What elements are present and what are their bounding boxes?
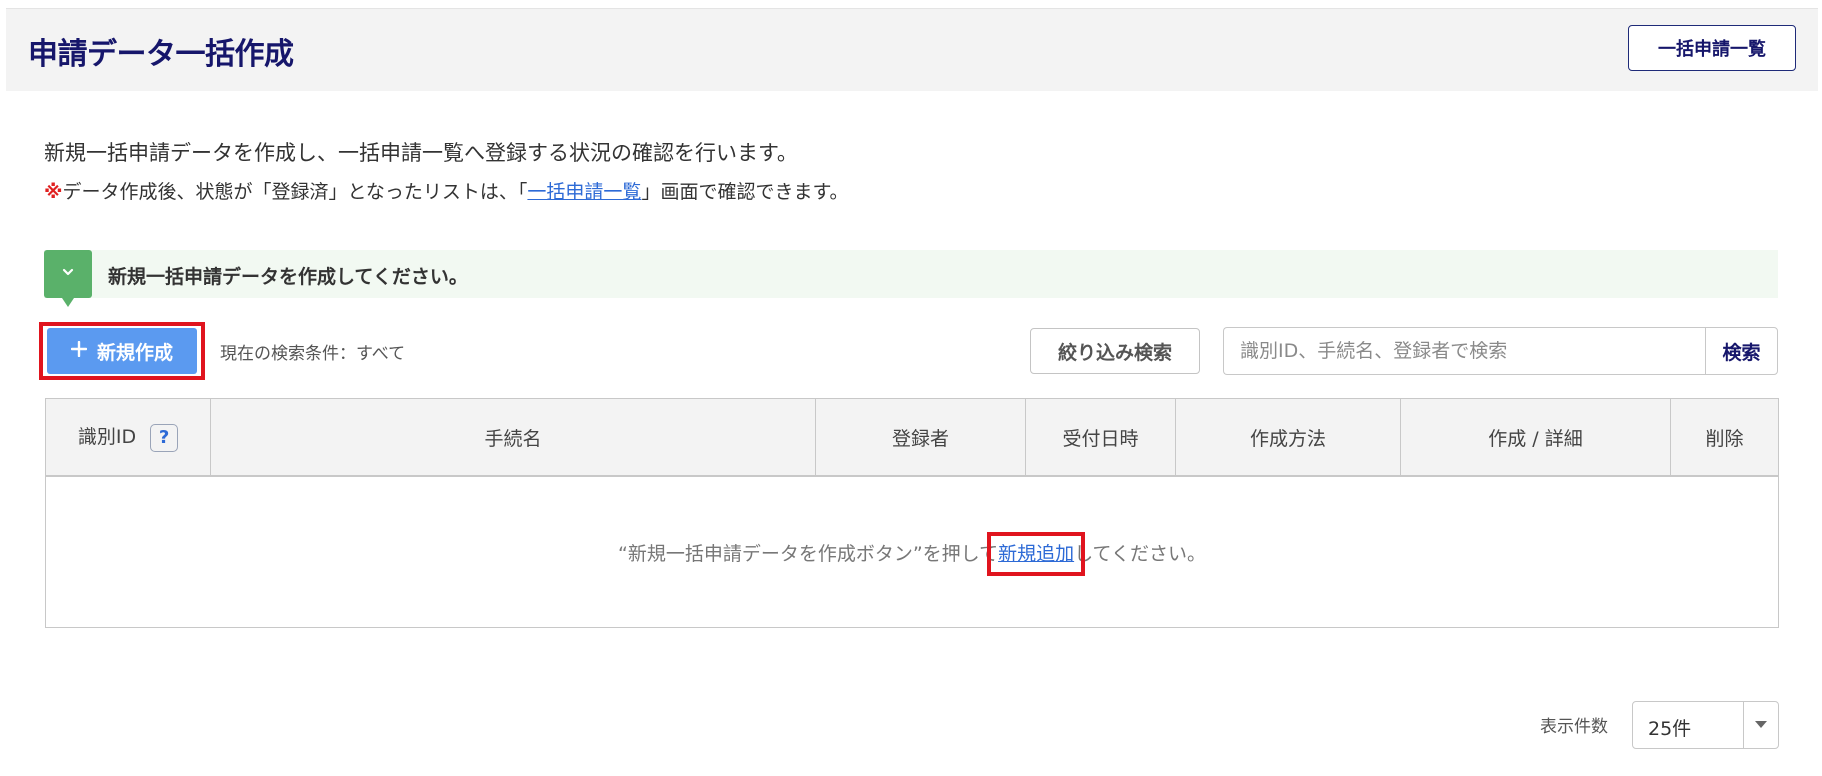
note-text-before: データ作成後、状態が「登録済」となったリストは、「: [62, 181, 528, 203]
notice-badge: [44, 250, 92, 307]
filter-search-button[interactable]: 絞り込み検索: [1030, 328, 1200, 374]
help-icon[interactable]: ?: [150, 423, 179, 452]
empty-row: “新規一括申請データを作成ボタン”を押して新規追加 してください。: [45, 476, 1779, 628]
new-create-label: 新規作成: [96, 341, 173, 364]
page-title: 申請データ一括作成: [28, 37, 294, 72]
dropdown-arrow-icon: [1743, 702, 1778, 748]
new-create-button[interactable]: 新規作成: [47, 328, 197, 374]
column-header-received-at: 受付日時: [1025, 398, 1176, 477]
column-header-method: 作成方法: [1175, 398, 1401, 477]
column-header-delete: 削除: [1670, 398, 1779, 477]
chevron-down-icon: [60, 264, 76, 284]
new-add-link[interactable]: 新規追加: [987, 531, 1086, 576]
batch-data-table: 識別ID? 手続名 登録者 受付日時 作成方法 作成 / 詳細 削除 “新規一括…: [45, 398, 1779, 628]
per-page-value: 25件: [1648, 718, 1692, 740]
batch-list-button[interactable]: 一括申請一覧: [1628, 25, 1796, 71]
empty-text-after: してください。: [1074, 542, 1206, 565]
search-input[interactable]: [1223, 327, 1705, 375]
column-header-procedure: 手続名: [210, 398, 816, 477]
column-header-create-detail: 作成 / 詳細: [1400, 398, 1671, 477]
column-header-id-label: 識別ID: [77, 426, 137, 449]
note-mark: ※: [44, 181, 63, 203]
note-text-after: 」画面で確認できます。: [641, 181, 849, 203]
empty-message: “新規一括申請データを作成ボタン”を押して新規追加 してください。: [45, 476, 1779, 628]
page-note: ※データ作成後、状態が「登録済」となったリストは、「一括申請一覧」画面で確認でき…: [44, 177, 849, 204]
page-header: 申請データ一括作成 一括申請一覧: [6, 8, 1818, 91]
per-page-label: 表示件数: [1540, 717, 1608, 737]
page-description: 新規一括申請データを作成し、一括申請一覧へ登録する状況の確認を行います。: [44, 141, 798, 165]
empty-text-before: “新規一括申請データを作成ボタン”を押して: [617, 542, 999, 565]
column-header-id: 識別ID?: [45, 398, 211, 477]
notice-banner: 新規一括申請データを作成してください。: [44, 250, 1778, 307]
search-button[interactable]: 検索: [1705, 327, 1778, 375]
batch-list-link[interactable]: 一括申請一覧: [527, 181, 641, 203]
notice-text: 新規一括申請データを作成してください。: [108, 266, 468, 288]
column-header-registrant: 登録者: [815, 398, 1026, 477]
search-condition-text: 現在の検索条件：すべて: [220, 344, 406, 364]
plus-icon: [70, 340, 88, 362]
new-add-link-label: 新規追加: [998, 542, 1075, 565]
table-header-row: 識別ID? 手続名 登録者 受付日時 作成方法 作成 / 詳細 削除: [45, 398, 1779, 477]
per-page-select[interactable]: 25件: [1632, 701, 1779, 749]
